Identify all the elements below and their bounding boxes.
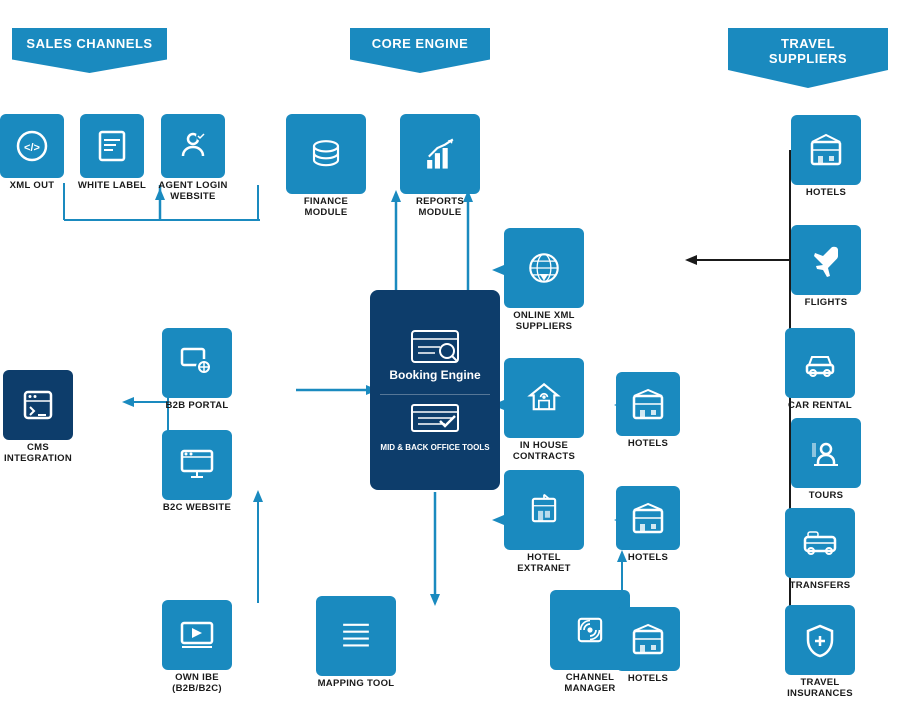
agent-login-icon-box: [161, 114, 225, 178]
hotels-b-icon-box: [616, 486, 680, 550]
hotels-b-label: HOTELS: [618, 552, 678, 563]
ts-car-icon-box: [785, 328, 855, 398]
finance-icon-box: [286, 114, 366, 194]
banner-core: CORE ENGINE: [350, 28, 490, 73]
b2c-website-label: B2C WEBSITE: [159, 502, 235, 513]
hotels-a-label: HOTELS: [618, 438, 678, 449]
ts-transfers-label: TRANSFERS: [780, 580, 860, 591]
ts-car-label: CAR RENTAL: [780, 400, 860, 411]
hotel-extranet-icon-box: [504, 470, 584, 550]
banner-sales: SALES CHANNELS: [12, 28, 167, 73]
back-office-label: MID & BACK OFFICE TOOLS: [380, 443, 490, 452]
hotel-extranet-label: HOTEL EXTRANET: [499, 552, 589, 575]
ts-tours-label: TOURS: [790, 490, 862, 501]
diagram-container: SALES CHANNELS CORE ENGINE TRAVEL SUPPLI…: [0, 0, 900, 727]
white-label-label: WHITE LABEL: [77, 180, 147, 191]
booking-engine-box: Booking Engine MID & BACK OFFICE TOOLS: [370, 290, 500, 490]
ts-flights-icon-box: [791, 225, 861, 295]
reports-label: REPORTS MODULE: [396, 196, 484, 219]
mapping-tool-icon-box: [316, 596, 396, 676]
ts-hotels-icon-box: [791, 115, 861, 185]
xml-out-icon-box: </>: [0, 114, 64, 178]
in-house-icon-box: [504, 358, 584, 438]
reports-icon-box: [400, 114, 480, 194]
finance-label: FINANCE MODULE: [282, 196, 370, 219]
ts-flights-label: FLIGHTS: [790, 297, 862, 308]
mapping-tool-label: MAPPING TOOL: [312, 678, 400, 689]
svg-text:</>: </>: [24, 142, 40, 154]
banner-suppliers: TRAVEL SUPPLIERS: [728, 28, 888, 88]
b2b-portal-label: B2B PORTAL: [159, 400, 235, 411]
hotels-c-label: HOTELS: [618, 673, 678, 684]
own-ibe-label: OWN IBE (B2B/B2C): [157, 672, 237, 695]
b2c-website-icon-box: [162, 430, 232, 500]
cms-label: CMS INTEGRATION: [0, 442, 78, 465]
in-house-label: IN HOUSE CONTRACTS: [499, 440, 589, 463]
ts-hotels-label: HOTELS: [790, 187, 862, 198]
online-xml-icon-box: [504, 228, 584, 308]
ts-tours-icon-box: [791, 418, 861, 488]
b2b-portal-icon-box: [162, 328, 232, 398]
ts-insurance-label: TRAVEL INSURANCES: [775, 677, 865, 700]
ts-transfers-icon-box: [785, 508, 855, 578]
ts-insurance-icon-box: [785, 605, 855, 675]
xml-out-label: XML OUT: [0, 180, 67, 191]
white-label-icon-box: [80, 114, 144, 178]
own-ibe-icon-box: [162, 600, 232, 670]
booking-engine-label: Booking Engine: [389, 368, 480, 382]
hotels-c-icon-box: [616, 607, 680, 671]
agent-login-label: AGENT LOGIN WEBSITE: [155, 180, 231, 203]
cms-icon-box: [3, 370, 73, 440]
hotels-a-icon-box: [616, 372, 680, 436]
online-xml-label: ONLINE XML SUPPLIERS: [499, 310, 589, 333]
